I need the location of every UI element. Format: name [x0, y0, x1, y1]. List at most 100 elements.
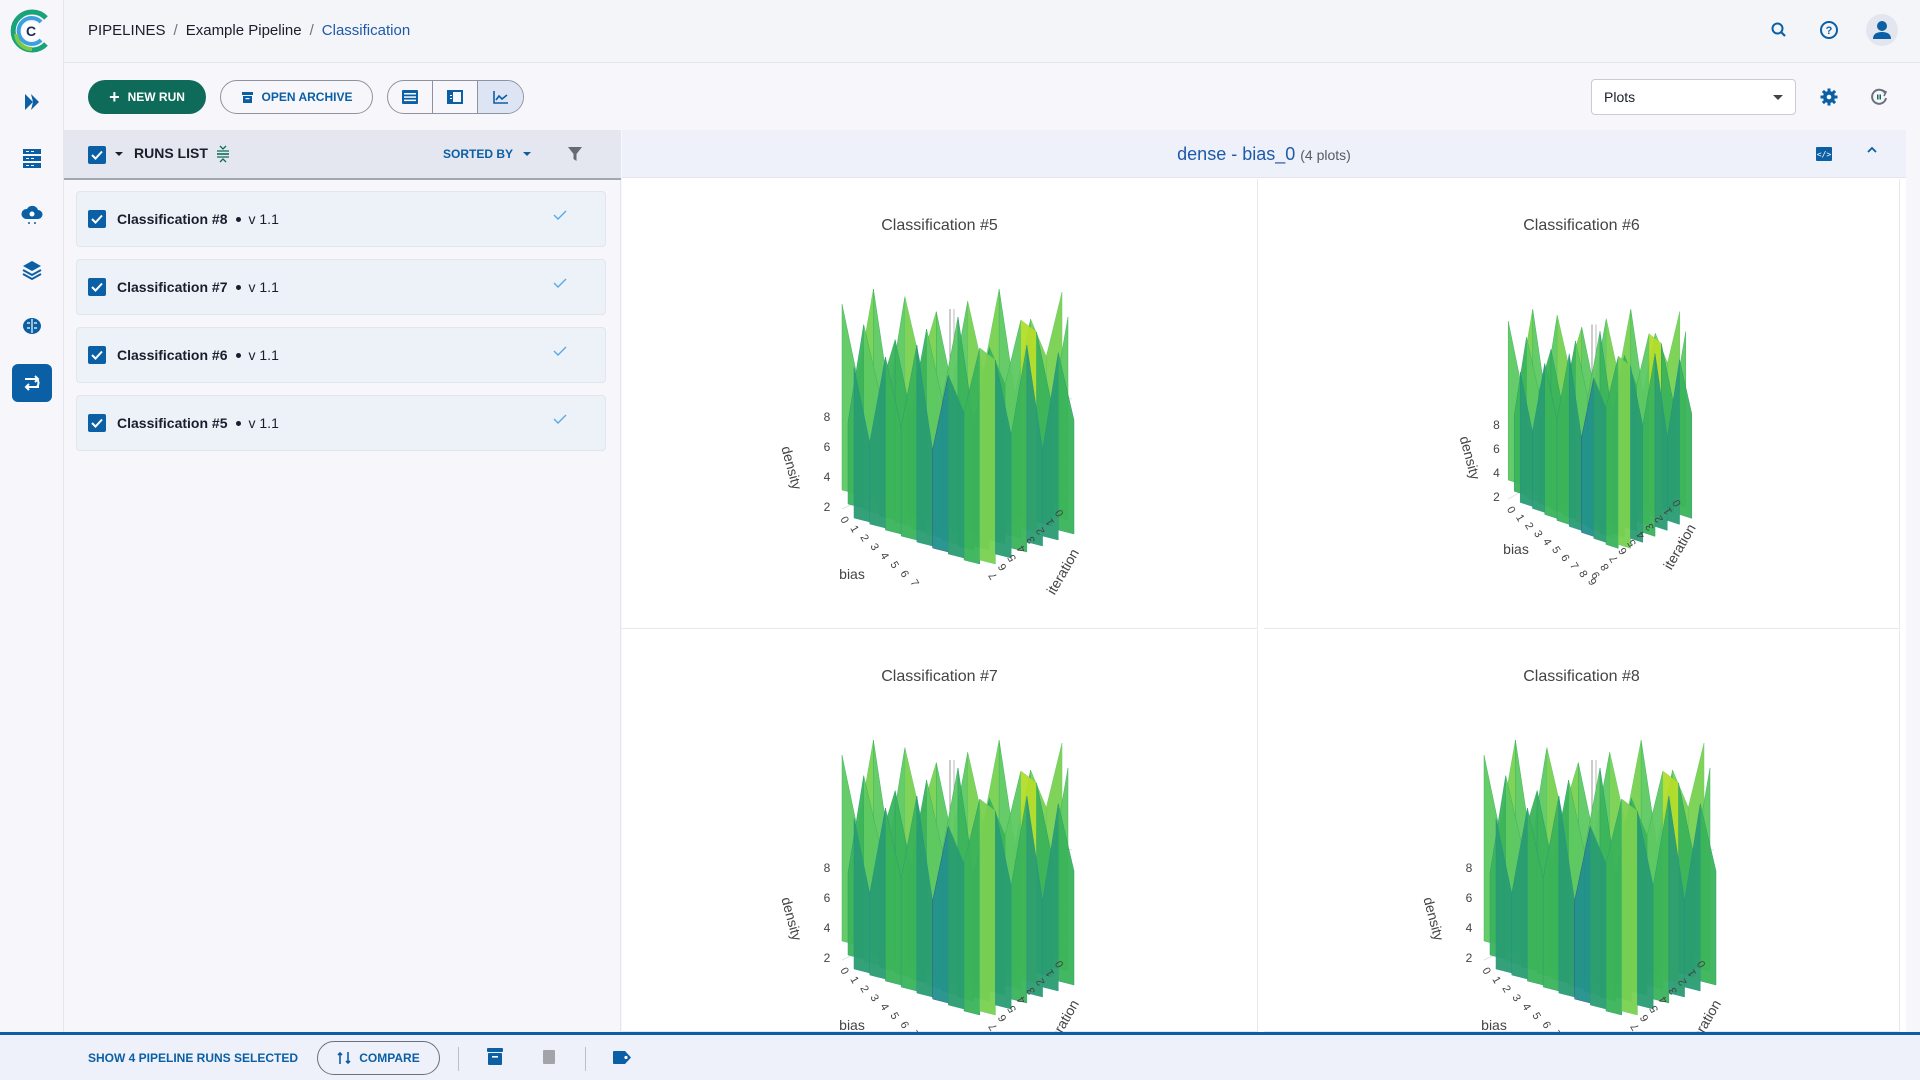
x-tick-label: 5: [887, 560, 900, 571]
open-archive-button[interactable]: OPEN ARCHIVE: [220, 80, 373, 114]
surface-plot[interactable]: 2468densitybiasiteration0123456701234567: [1264, 630, 1900, 1032]
plots-view-button[interactable]: [478, 81, 523, 113]
open-archive-label: OPEN ARCHIVE: [261, 90, 353, 104]
clearml-logo[interactable]: C: [8, 8, 54, 54]
line-chart-icon: [492, 91, 508, 104]
run-checkbox[interactable]: [88, 210, 106, 228]
x-tick-label: 7: [907, 578, 920, 589]
run-checkbox[interactable]: [88, 346, 106, 364]
surface-plot[interactable]: 2468densitybiasiteration0123456701234567: [622, 179, 1258, 629]
help-icon: ?: [1820, 21, 1838, 39]
show-selected-runs-link[interactable]: SHOW 4 PIPELINE RUNS SELECTED: [88, 1051, 298, 1065]
select-all-checkbox[interactable]: [88, 146, 106, 164]
gear-icon: [1820, 88, 1838, 106]
compare-button[interactable]: COMPARE: [317, 1041, 440, 1075]
server-rack-icon: [23, 149, 41, 168]
select-menu-dropdown[interactable]: [115, 152, 123, 156]
help-button[interactable]: ?: [1816, 17, 1842, 43]
y-axis-label: iteration: [1685, 997, 1724, 1032]
x-tick-label: 4: [877, 551, 890, 562]
left-navigation: C: [0, 0, 64, 1080]
nav-projects[interactable]: [12, 140, 52, 176]
compact-view-icon[interactable]: [216, 144, 230, 164]
x-axis-label: bias: [839, 566, 865, 582]
nav-models[interactable]: [12, 308, 52, 344]
x-tick-label: 4: [1519, 1002, 1532, 1013]
completed-check-icon: [553, 346, 567, 356]
x-tick-label: 5: [1529, 1011, 1542, 1022]
archive-icon[interactable]: [487, 1048, 503, 1066]
surface-facet: [1618, 355, 1631, 549]
cloud-gear-icon: [21, 205, 43, 224]
settings-button[interactable]: [1818, 86, 1840, 108]
z-tick-label: 4: [824, 470, 831, 484]
svg-text:?: ?: [1826, 25, 1833, 37]
z-axis-label: density: [778, 444, 805, 491]
sorted-by-dropdown[interactable]: SORTED BY: [443, 147, 532, 161]
run-title: Classification #6: [117, 347, 228, 363]
nav-pipelines[interactable]: [12, 364, 52, 402]
surface-plot[interactable]: 2468densitybias iteration0123456789012345…: [1264, 179, 1900, 629]
run-list-item[interactable]: Classification #6 v 1.1: [76, 327, 606, 383]
header-actions: ?: [1766, 14, 1898, 46]
auto-refresh-button[interactable]: [1868, 86, 1890, 108]
section-select-value: Plots: [1604, 89, 1636, 105]
embed-code-button[interactable]: </>: [1816, 147, 1832, 161]
nav-datasets[interactable]: [12, 252, 52, 288]
separator-dot: [235, 420, 241, 426]
x-axis-label: bias: [1503, 541, 1529, 557]
section-select[interactable]: Plots: [1591, 79, 1796, 115]
surface-plot[interactable]: 2468densitybiasiteration0123456701234567: [622, 630, 1258, 1032]
chevron-down-icon: [523, 152, 532, 156]
run-name: Classification #6 v 1.1: [117, 347, 279, 363]
breadcrumb-project[interactable]: Example Pipeline: [186, 22, 302, 39]
run-list-item[interactable]: Classification #8 v 1.1: [76, 191, 606, 247]
plot-card[interactable]: Classification #8 2 4 6 8 density bias iteratio…: [1264, 630, 1900, 1032]
search-button[interactable]: [1766, 17, 1792, 43]
x-tick-label: 6: [1558, 553, 1571, 564]
details-view-button[interactable]: [433, 81, 478, 113]
chevron-down-icon: [1773, 95, 1783, 100]
breadcrumb-pipelines[interactable]: PIPELINES: [88, 22, 166, 39]
stop-icon[interactable]: [543, 1050, 555, 1064]
chevron-up-icon[interactable]: [1866, 144, 1878, 156]
x-tick-label: 2: [1522, 521, 1535, 532]
run-list-item[interactable]: Classification #5 v 1.1: [76, 395, 606, 451]
run-checkbox[interactable]: [88, 414, 106, 432]
x-tick-label: 4: [1540, 537, 1553, 548]
separator-dot: [235, 216, 241, 222]
table-list-icon: [402, 90, 418, 104]
plot-card[interactable]: Classification #5 2 4 6 8 density bias iteratio…: [622, 179, 1258, 629]
tag-icon[interactable]: [613, 1051, 631, 1064]
separator-dot: [235, 352, 241, 358]
layers-icon: [22, 261, 42, 281]
z-tick-label: 8: [1466, 861, 1473, 875]
plot-card[interactable]: Classification #7 2 4 6 8 density bias iteratio…: [622, 630, 1258, 1032]
run-list-item[interactable]: Classification #7 v 1.1: [76, 259, 606, 315]
x-tick-label: 2: [1499, 984, 1512, 995]
x-tick-label: 7: [1567, 561, 1580, 572]
z-tick-label: 8: [1493, 418, 1500, 432]
x-tick-label: 4: [877, 1002, 890, 1013]
run-checkbox[interactable]: [88, 278, 106, 296]
nav-orchestration[interactable]: [12, 196, 52, 232]
completed-check-icon: [553, 278, 567, 288]
breadcrumb-separator: /: [309, 22, 314, 39]
x-tick-label: 6: [1539, 1020, 1552, 1031]
table-view-button[interactable]: [388, 81, 433, 113]
z-tick-label: 8: [824, 410, 831, 424]
checkmark-icon: [91, 418, 103, 428]
completed-check-icon: [553, 210, 567, 220]
new-run-button[interactable]: + NEW RUN: [88, 80, 206, 114]
checkmark-icon: [91, 350, 103, 360]
filter-icon[interactable]: [568, 146, 582, 162]
x-tick-label: 5: [887, 1011, 900, 1022]
run-title: Classification #7: [117, 279, 228, 295]
z-tick-label: 2: [1466, 951, 1473, 965]
x-tick-label: 2: [857, 984, 870, 995]
plot-card[interactable]: Classification #6 2 4 6 8 density bias iteratio…: [1264, 179, 1900, 629]
plots-panel: dense - bias_0 (4 plots) </> Classificat…: [622, 130, 1906, 1032]
nav-home[interactable]: [12, 84, 52, 120]
z-axis-label: density: [1420, 895, 1447, 942]
user-avatar[interactable]: [1866, 14, 1898, 46]
